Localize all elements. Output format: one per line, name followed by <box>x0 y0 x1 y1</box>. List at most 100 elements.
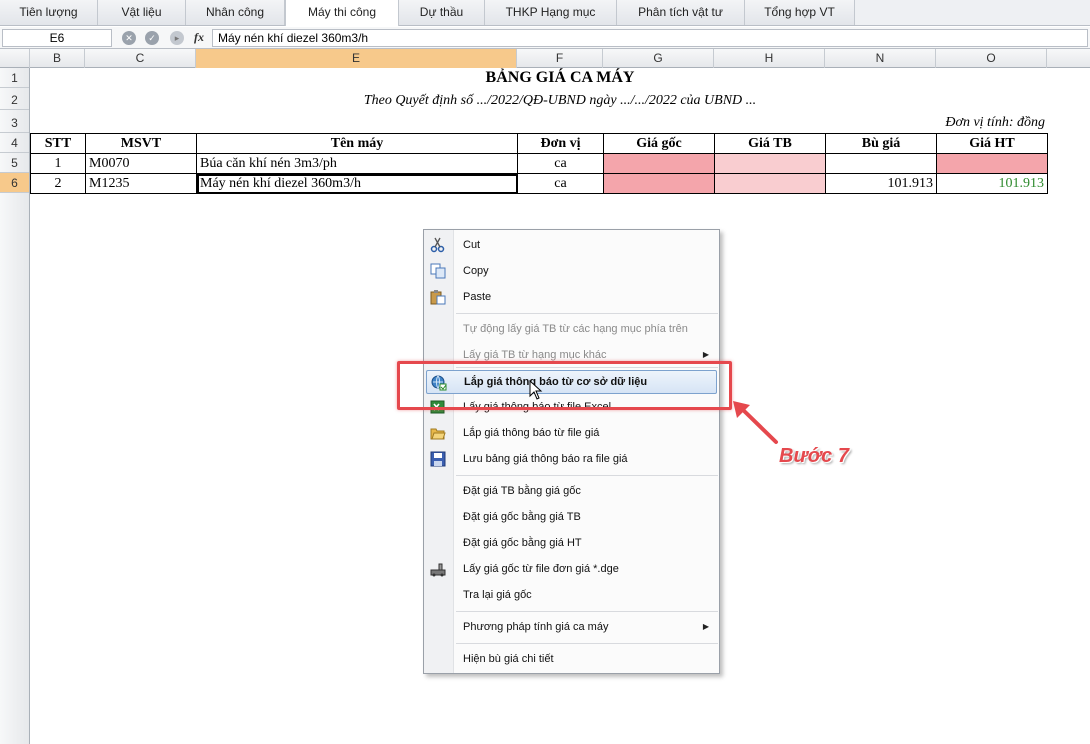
menu-item-load-price-file[interactable]: Lắp giá thông báo từ file giá <box>426 421 717 445</box>
menu-item-label: Lấy giá gốc từ file đơn giá *.dge <box>463 563 619 575</box>
tab-phan-tich-vat-tu[interactable]: Phân tích vật tư <box>617 0 745 25</box>
cell-gia-goc[interactable] <box>603 173 715 194</box>
cell-gia-tb[interactable] <box>714 153 826 174</box>
column-header-g[interactable]: G <box>603 49 714 68</box>
column-header-b[interactable]: B <box>30 49 85 68</box>
tab-may-thi-cong[interactable]: Máy thi công <box>285 0 399 26</box>
header-don-vi[interactable]: Đơn vị <box>517 133 604 154</box>
tab-thkp-hang-muc[interactable]: THKP Hạng mục <box>485 0 617 25</box>
cell-don-vi[interactable]: ca <box>517 153 604 174</box>
tab-vat-lieu[interactable]: Vật liệu <box>98 0 186 25</box>
menu-item-label: Đặt giá gốc bằng giá HT <box>463 537 582 549</box>
menu-item-tb-equals-goc[interactable]: Đặt giá TB bằng giá gốc <box>426 479 717 503</box>
header-gia-tb[interactable]: Giá TB <box>714 133 826 154</box>
formula-input[interactable]: Máy nén khí diezel 360m3/h <box>212 29 1088 47</box>
column-header-f[interactable]: F <box>517 49 603 68</box>
cell-bu-gia[interactable] <box>825 153 937 174</box>
row-header-2[interactable]: 2 <box>0 90 29 110</box>
context-menu: Cut Copy Paste Tự động lấy giá TB từ các… <box>423 229 720 674</box>
column-header-h[interactable]: H <box>714 49 825 68</box>
menu-item-label: Copy <box>463 265 489 277</box>
tab-tong-hop-vt[interactable]: Tổng hợp VT <box>745 0 855 25</box>
menu-item-label: Tự động lấy giá TB từ các hạng mục phía … <box>463 323 688 335</box>
cell-bu-gia[interactable]: 101.913 <box>825 173 937 194</box>
menu-item-label: Hiện bù giá chi tiết <box>463 653 554 665</box>
menu-item-copy[interactable]: Copy <box>426 259 717 283</box>
menu-separator <box>456 611 718 612</box>
scissors-icon <box>430 237 445 253</box>
menu-item-paste[interactable]: Paste <box>426 285 717 309</box>
row-header-1[interactable]: 1 <box>0 68 29 88</box>
cell-gia-ht[interactable]: 101.913 <box>936 173 1048 194</box>
cancel-icon[interactable]: ✕ <box>122 31 136 45</box>
menu-item-label: Đặt giá gốc bằng giá TB <box>463 511 581 523</box>
row-header-5[interactable]: 5 <box>0 153 29 173</box>
table-header-row: STT MSVT Tên máy Đơn vị Giá gốc Giá TB B… <box>30 133 1048 154</box>
menu-item-label: Lấy giá TB từ hạng mục khác <box>463 349 607 361</box>
step-label: Bước 7 <box>779 445 849 467</box>
cell-ten-may-active[interactable]: Máy nén khí diezel 360m3/h <box>196 173 518 194</box>
column-header-c[interactable]: C <box>85 49 196 68</box>
formula-bar: E6 ✕ ✓ ▸ fx Máy nén khí diezel 360m3/h <box>0 27 1090 49</box>
header-gia-ht[interactable]: Giá HT <box>936 133 1048 154</box>
machine-icon <box>430 563 446 577</box>
table-row: 2 M1235 Máy nén khí diezel 360m3/h ca 10… <box>30 173 1048 194</box>
annotation-arrow-icon <box>733 401 778 444</box>
menu-separator <box>456 643 718 644</box>
header-stt[interactable]: STT <box>30 133 86 154</box>
menu-item-label: Lắp giá thông báo từ file giá <box>463 427 600 439</box>
menu-item-reset-goc[interactable]: Tra lại giá gốc <box>426 583 717 607</box>
menu-separator <box>456 475 718 476</box>
column-header-e[interactable]: E <box>196 49 517 68</box>
function-wizard-icon[interactable]: ▸ <box>170 31 184 45</box>
header-ten-may[interactable]: Tên máy <box>196 133 518 154</box>
cell-msvt[interactable]: M1235 <box>85 173 197 194</box>
select-all-corner[interactable] <box>0 49 30 68</box>
cell-name-box[interactable]: E6 <box>2 29 112 47</box>
menu-item-goc-from-dge[interactable]: Lấy giá gốc từ file đơn giá *.dge <box>426 557 717 581</box>
cell-stt[interactable]: 1 <box>30 153 86 174</box>
menu-item-goc-equals-ht[interactable]: Đặt giá gốc bằng giá HT <box>426 531 717 555</box>
price-table: STT MSVT Tên máy Đơn vị Giá gốc Giá TB B… <box>30 133 1048 194</box>
table-row: 1 M0070 Búa căn khí nén 3m3/ph ca <box>30 153 1048 174</box>
cell-msvt[interactable]: M0070 <box>85 153 197 174</box>
paste-icon <box>430 290 446 305</box>
menu-item-label: Tra lại giá gốc <box>463 589 532 601</box>
menu-item-label: Lưu bảng giá thông báo ra file giá <box>463 453 628 465</box>
row-headers: 1 2 3 4 5 6 <box>0 68 30 744</box>
row-header-6[interactable]: 6 <box>0 173 29 193</box>
copy-icon <box>430 263 446 279</box>
menu-item-label: Phương pháp tính giá ca máy <box>463 621 609 633</box>
cell-don-vi[interactable]: ca <box>517 173 604 194</box>
menu-item-auto-tb-price[interactable]: Tự động lấy giá TB từ các hạng mục phía … <box>426 317 717 341</box>
menu-item-cut[interactable]: Cut <box>426 233 717 257</box>
tab-du-thau[interactable]: Dự thầu <box>399 0 485 25</box>
header-bu-gia[interactable]: Bù giá <box>825 133 937 154</box>
cell-gia-ht[interactable] <box>936 153 1048 174</box>
submenu-arrow-icon: ▶ <box>702 622 709 631</box>
column-header-o[interactable]: O <box>936 49 1047 68</box>
tab-nhan-cong[interactable]: Nhân công <box>186 0 285 25</box>
cell-ten-may[interactable]: Búa căn khí nén 3m3/ph <box>196 153 518 174</box>
column-headers: B C E F G H N O <box>0 49 1090 68</box>
row-header-3[interactable]: 3 <box>0 113 29 133</box>
menu-item-show-detail[interactable]: Hiện bù giá chi tiết <box>426 647 717 671</box>
column-header-n[interactable]: N <box>825 49 936 68</box>
cell-stt[interactable]: 2 <box>30 173 86 194</box>
menu-item-goc-equals-tb[interactable]: Đặt giá gốc bằng giá TB <box>426 505 717 529</box>
cell-gia-goc[interactable] <box>603 153 715 174</box>
unit-note: Đơn vị tính: đồng <box>945 115 1045 130</box>
sheet-subtitle: Theo Quyết định số .../2022/QĐ-UBND ngày… <box>363 93 757 108</box>
menu-item-save-price-file[interactable]: Lưu bảng giá thông báo ra file giá <box>426 447 717 471</box>
fx-label: fx <box>194 30 204 44</box>
menu-item-label: Paste <box>463 291 492 303</box>
menu-separator <box>456 313 718 314</box>
tab-tien-luong[interactable]: Tiên lượng <box>0 0 98 25</box>
header-gia-goc[interactable]: Giá gốc <box>603 133 715 154</box>
confirm-icon[interactable]: ✓ <box>145 31 159 45</box>
sheet-tab-bar: Tiên lượng Vật liệu Nhân công Máy thi cô… <box>0 0 1090 26</box>
cell-gia-tb[interactable] <box>714 173 826 194</box>
header-msvt[interactable]: MSVT <box>85 133 197 154</box>
row-header-4[interactable]: 4 <box>0 133 29 153</box>
menu-item-calc-method[interactable]: Phương pháp tính giá ca máy ▶ <box>426 615 717 639</box>
